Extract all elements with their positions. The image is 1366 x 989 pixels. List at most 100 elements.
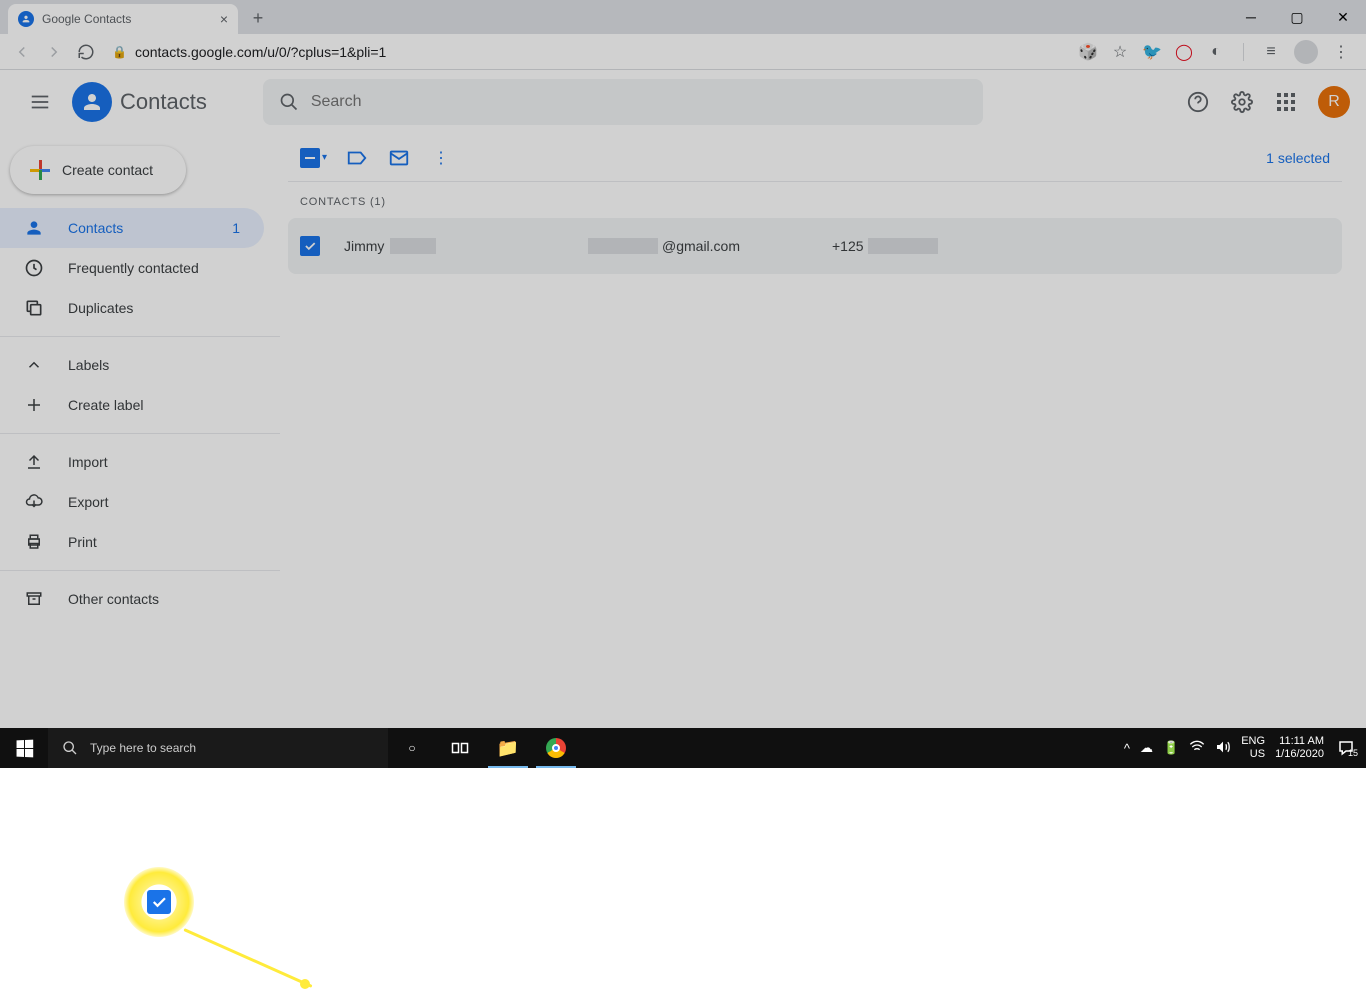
wifi-icon[interactable] bbox=[1189, 739, 1205, 758]
sidebar-create-label[interactable]: Create label bbox=[0, 385, 264, 425]
sidebar-label: Frequently contacted bbox=[68, 260, 199, 276]
notifications-button[interactable]: 15 bbox=[1334, 736, 1358, 760]
selected-count: 1 selected bbox=[1266, 150, 1342, 166]
help-icon[interactable] bbox=[1186, 90, 1210, 114]
taskbar-search[interactable]: Type here to search bbox=[48, 728, 388, 768]
create-label: Create contact bbox=[62, 162, 153, 178]
sidebar-import[interactable]: Import bbox=[0, 442, 264, 482]
settings-icon[interactable] bbox=[1230, 90, 1254, 114]
tray-language[interactable]: ENGUS bbox=[1241, 735, 1265, 761]
copy-icon bbox=[24, 298, 44, 318]
archive-icon bbox=[24, 589, 44, 609]
tray-chevron-icon[interactable]: ^ bbox=[1124, 741, 1130, 756]
export-text: Export bbox=[68, 494, 108, 510]
tray-clock[interactable]: 11:11 AM1/16/2020 bbox=[1275, 735, 1324, 761]
create-contact-button[interactable]: Create contact bbox=[10, 146, 186, 194]
lock-icon: 🔒 bbox=[112, 45, 127, 59]
label-icon[interactable] bbox=[345, 146, 369, 170]
header-actions: R bbox=[1186, 86, 1350, 118]
indeterminate-checkbox-icon bbox=[300, 148, 320, 168]
row-checkbox[interactable] bbox=[300, 236, 320, 256]
divider bbox=[0, 570, 280, 571]
app-title: Contacts bbox=[120, 89, 207, 115]
sidebar-export[interactable]: Export bbox=[0, 482, 264, 522]
close-button[interactable]: ✕ bbox=[1320, 0, 1366, 34]
sidebar-label: Contacts bbox=[68, 220, 123, 236]
sidebar: Create contact Contacts 1 Frequently con… bbox=[0, 134, 280, 728]
taskbar-search-placeholder: Type here to search bbox=[90, 741, 196, 755]
sidebar-labels-header[interactable]: Labels bbox=[0, 345, 264, 385]
start-button[interactable] bbox=[0, 728, 48, 768]
import-text: Import bbox=[68, 454, 108, 470]
chevron-up-icon bbox=[24, 355, 44, 375]
more-icon[interactable]: ⋮ bbox=[429, 146, 453, 170]
redacted bbox=[390, 238, 436, 254]
sidebar-other-contacts[interactable]: Other contacts bbox=[0, 579, 264, 619]
browser-menu-icon[interactable]: ⋮ bbox=[1332, 43, 1350, 61]
browser-titlebar: Google Contacts × + ─ ▢ ✕ bbox=[0, 0, 1366, 34]
upload-icon bbox=[24, 452, 44, 472]
onedrive-icon[interactable]: ☁ bbox=[1140, 740, 1153, 756]
divider bbox=[0, 433, 280, 434]
bookmark-star-icon[interactable]: ☆ bbox=[1111, 43, 1129, 61]
print-text: Print bbox=[68, 534, 97, 550]
windows-taskbar: Type here to search ○ 📁 ^ ☁ 🔋 ENGUS 11:1… bbox=[0, 728, 1366, 768]
main-menu-button[interactable] bbox=[16, 78, 64, 126]
reading-list-icon[interactable]: ≡ bbox=[1262, 43, 1280, 61]
divider bbox=[1243, 43, 1244, 61]
contact-row[interactable]: Jimmy @gmail.com +125 bbox=[288, 218, 1342, 274]
search-input[interactable] bbox=[311, 93, 967, 111]
plus-icon bbox=[30, 160, 50, 180]
divider bbox=[0, 336, 280, 337]
url-field[interactable]: 🔒 contacts.google.com/u/0/?cplus=1&pli=1 bbox=[104, 44, 1075, 60]
chrome-app[interactable] bbox=[532, 728, 580, 768]
extension-icon[interactable]: ◐ bbox=[1207, 43, 1225, 61]
window-controls: ─ ▢ ✕ bbox=[1228, 0, 1366, 34]
other-text: Other contacts bbox=[68, 591, 159, 607]
tab-close-icon[interactable]: × bbox=[220, 11, 228, 27]
search-icon bbox=[62, 740, 78, 756]
contacts-section-header: CONTACTS (1) bbox=[288, 182, 1342, 218]
app-logo[interactable]: Contacts bbox=[72, 82, 207, 122]
search-box[interactable] bbox=[263, 79, 983, 125]
browser-profile-avatar[interactable] bbox=[1294, 40, 1318, 64]
extension-icon[interactable]: 🎲 bbox=[1079, 43, 1097, 61]
google-apps-icon[interactable] bbox=[1274, 90, 1298, 114]
create-label-text: Create label bbox=[68, 397, 144, 413]
plus-icon bbox=[24, 395, 44, 415]
check-icon bbox=[303, 239, 317, 253]
battery-icon[interactable]: 🔋 bbox=[1163, 740, 1179, 756]
annotation-line bbox=[183, 928, 312, 988]
reload-button[interactable] bbox=[72, 38, 100, 66]
taskbar-apps: ○ 📁 bbox=[388, 728, 580, 768]
windows-logo-icon bbox=[16, 739, 33, 757]
annotation-dot bbox=[300, 979, 310, 989]
minimize-button[interactable]: ─ bbox=[1228, 0, 1274, 34]
email-icon[interactable] bbox=[387, 146, 411, 170]
volume-icon[interactable] bbox=[1215, 739, 1231, 758]
app-header: Contacts R bbox=[0, 70, 1366, 134]
browser-tab[interactable]: Google Contacts × bbox=[8, 4, 238, 34]
select-all-dropdown[interactable]: ▾ bbox=[300, 148, 327, 168]
task-view-button[interactable] bbox=[436, 728, 484, 768]
cortana-button[interactable]: ○ bbox=[388, 728, 436, 768]
extension-icon[interactable]: 🐦 bbox=[1143, 43, 1161, 61]
sidebar-count: 1 bbox=[232, 220, 240, 236]
maximize-button[interactable]: ▢ bbox=[1274, 0, 1320, 34]
sidebar-print[interactable]: Print bbox=[0, 522, 264, 562]
sidebar-item-frequent[interactable]: Frequently contacted bbox=[0, 248, 264, 288]
back-button[interactable] bbox=[8, 38, 36, 66]
account-avatar[interactable]: R bbox=[1318, 86, 1350, 118]
new-tab-button[interactable]: + bbox=[244, 4, 272, 32]
chevron-down-icon: ▾ bbox=[322, 152, 327, 163]
annotation-checkbox-icon bbox=[147, 890, 171, 914]
extension-icons: 🎲 ☆ 🐦 ◯ ◐ ≡ ⋮ bbox=[1079, 40, 1358, 64]
search-icon bbox=[279, 92, 299, 112]
forward-button[interactable] bbox=[40, 38, 68, 66]
sidebar-item-contacts[interactable]: Contacts 1 bbox=[0, 208, 264, 248]
opera-icon[interactable]: ◯ bbox=[1175, 43, 1193, 61]
sidebar-item-duplicates[interactable]: Duplicates bbox=[0, 288, 264, 328]
file-explorer-app[interactable]: 📁 bbox=[484, 728, 532, 768]
browser-address-bar: 🔒 contacts.google.com/u/0/?cplus=1&pli=1… bbox=[0, 34, 1366, 70]
print-icon bbox=[24, 532, 44, 552]
